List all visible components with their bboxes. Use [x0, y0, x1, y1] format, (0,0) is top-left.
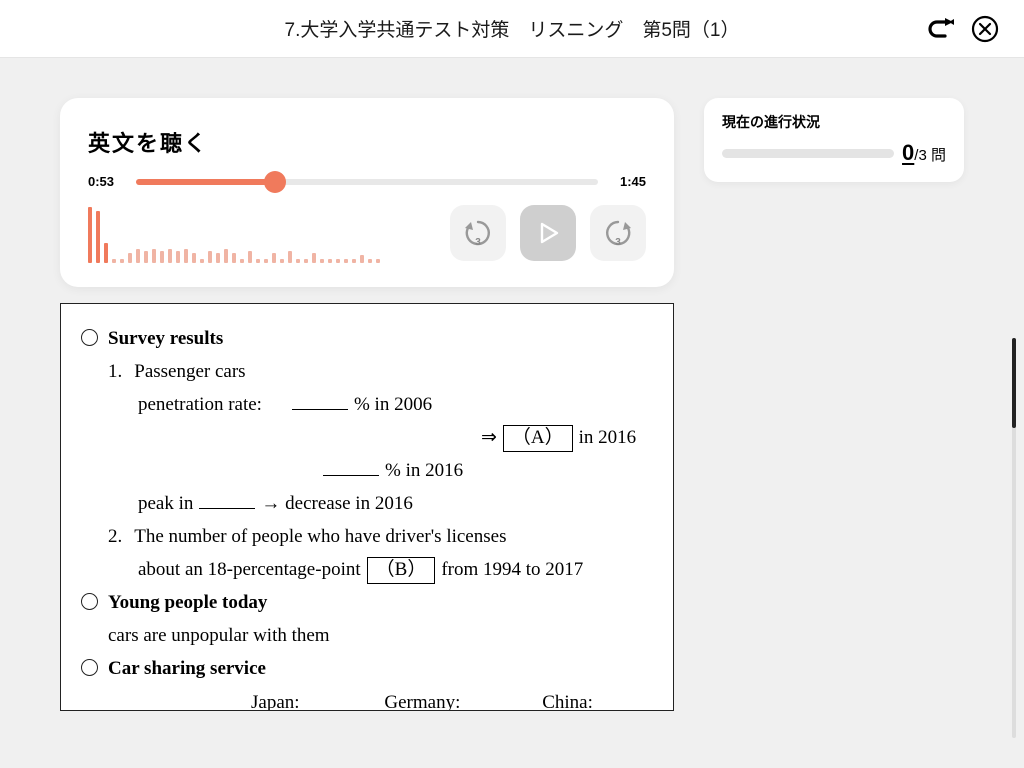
worksheet-text: in 2016 — [579, 421, 637, 454]
section-heading: Survey results — [108, 322, 223, 355]
answer-box-a[interactable]: （A） — [503, 425, 573, 452]
worksheet-text: The number of people who have driver's l… — [134, 520, 506, 553]
close-icon[interactable] — [970, 14, 1000, 44]
audio-seek-track[interactable] — [136, 179, 598, 185]
worksheet-text: → decrease in 2016 — [261, 487, 412, 520]
page-title: 7.大学入学共通テスト対策 リスニング 第5問（1） — [285, 15, 740, 42]
list-number: 2. — [108, 520, 122, 553]
rewind-seconds: 3 — [475, 237, 481, 248]
worksheet-text: % in 2006 — [354, 388, 432, 421]
forward-seconds: 3 — [615, 237, 621, 248]
worksheet-text: about an 18-percentage-point — [138, 553, 361, 586]
worksheet-panel: Survey results 1. Passenger cars penetrat… — [60, 303, 674, 711]
blank-field — [199, 490, 255, 509]
progress-count: 0/3 問 — [902, 140, 946, 166]
arrow-icon: ⇒ — [481, 421, 497, 454]
section-heading: Car sharing service — [108, 652, 266, 685]
bullet-icon — [81, 659, 98, 676]
forward-button[interactable]: 3 — [590, 205, 646, 261]
worksheet-text: from 1994 to 2017 — [441, 553, 583, 586]
worksheet-text: Japan: popular — [251, 686, 350, 711]
bullet-icon — [81, 329, 98, 346]
audio-seek-thumb[interactable] — [264, 171, 286, 193]
audio-waveform — [88, 203, 398, 263]
play-button[interactable] — [520, 205, 576, 261]
worksheet-text: peak in — [138, 487, 193, 520]
current-time: 0:53 — [88, 174, 124, 189]
worksheet-text: penetration rate: — [138, 388, 262, 421]
rewind-button[interactable]: 3 — [450, 205, 506, 261]
audio-player-card: 英文を聴く 0:53 1:45 — [60, 98, 674, 287]
progress-bar — [722, 149, 894, 158]
progress-card: 現在の進行状況 0/3 問 — [704, 98, 964, 182]
worksheet-text: China: — [542, 692, 593, 711]
worksheet-text: Passenger cars — [134, 355, 245, 388]
scrollbar-thumb[interactable] — [1012, 338, 1016, 428]
bullet-icon — [81, 593, 98, 610]
total-time: 1:45 — [610, 174, 646, 189]
audio-title: 英文を聴く — [88, 126, 646, 158]
worksheet-text: cars are unpopular with them — [108, 619, 330, 652]
blank-field — [323, 457, 379, 476]
answer-box-b[interactable]: （B） — [367, 557, 436, 584]
worksheet-text: % in 2016 — [385, 454, 463, 487]
progress-label: 現在の進行状況 — [722, 112, 946, 132]
blank-field — [292, 391, 348, 410]
section-heading: Young people today — [108, 586, 267, 619]
list-number: 1. — [108, 355, 122, 388]
back-icon[interactable] — [926, 14, 956, 44]
worksheet-text: Germany: popular — [384, 686, 508, 711]
